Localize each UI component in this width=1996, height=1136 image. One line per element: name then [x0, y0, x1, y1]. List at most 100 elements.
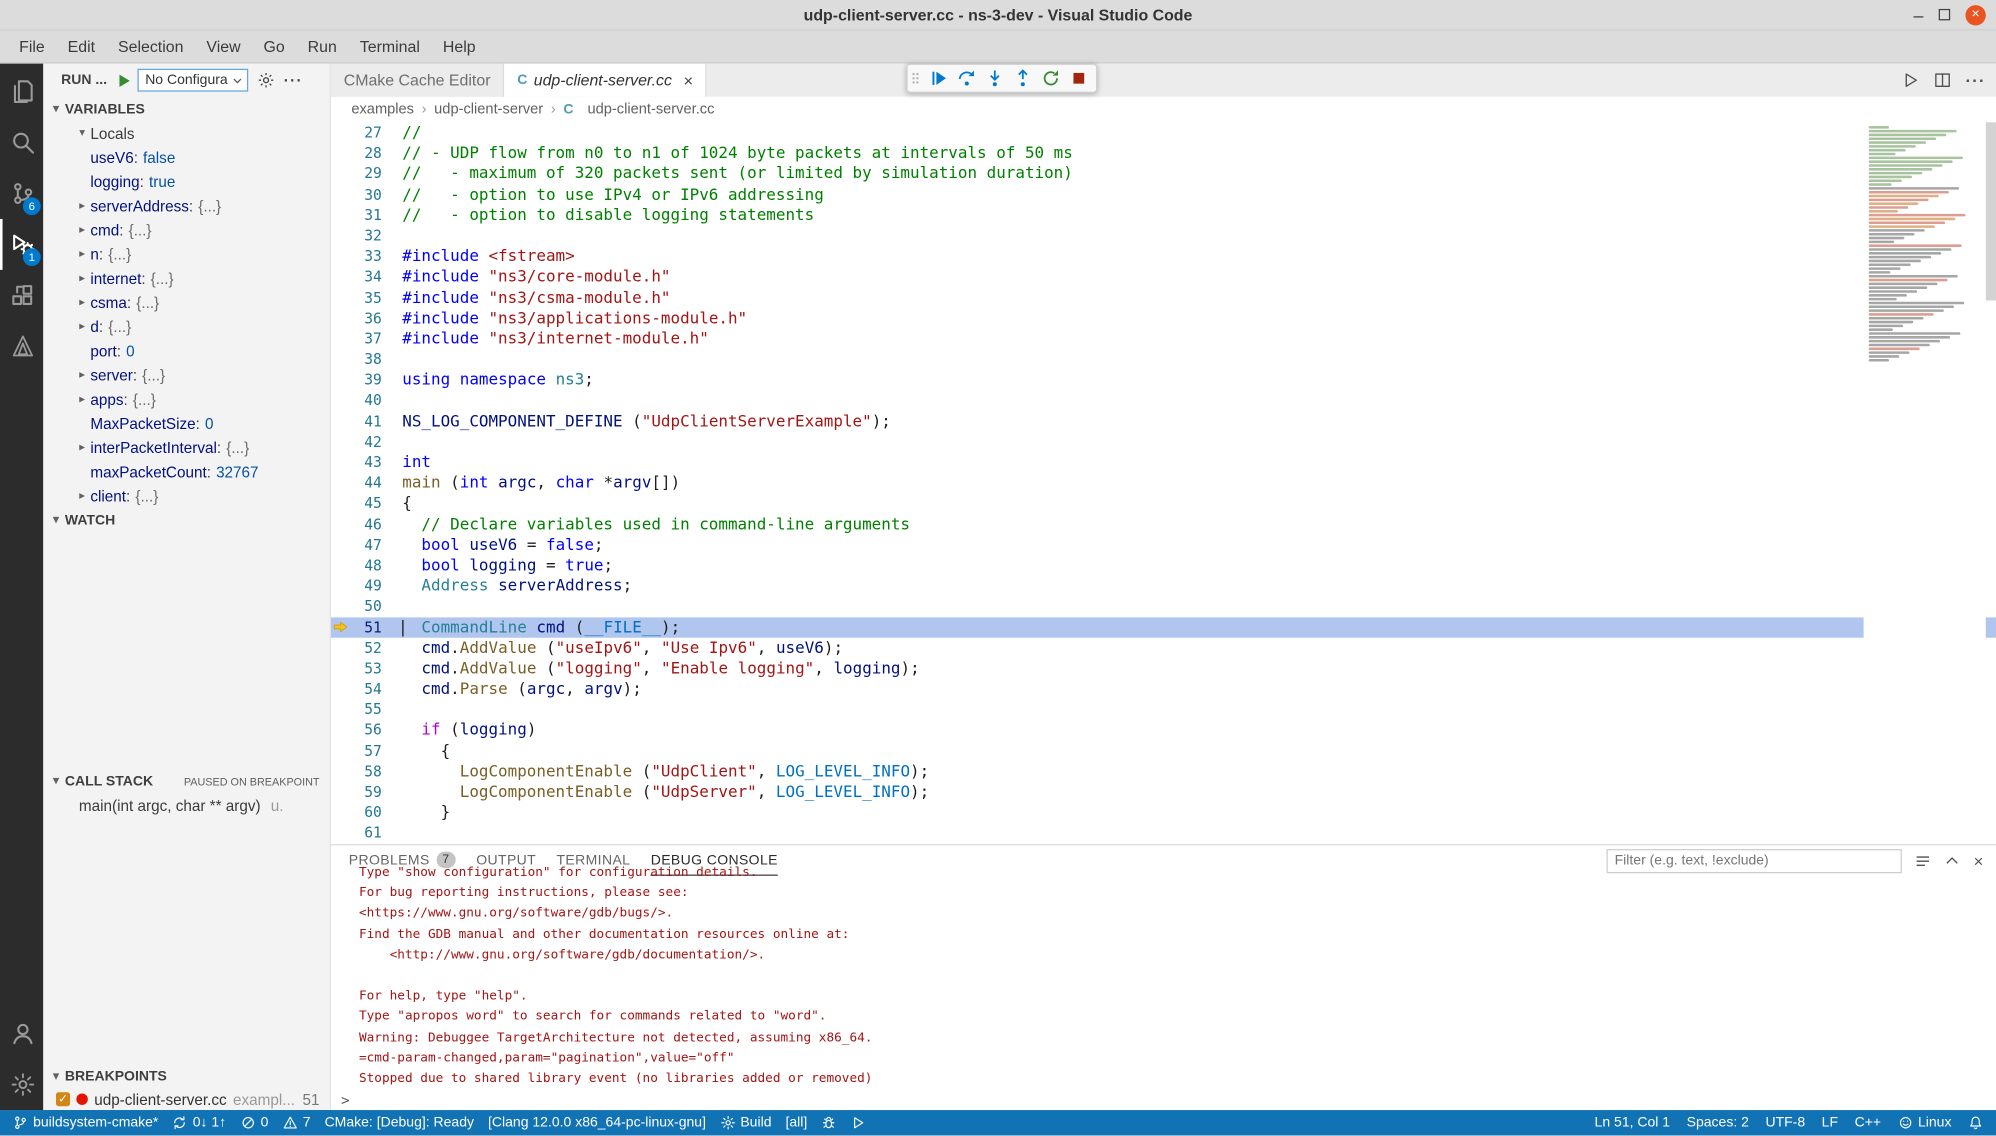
menu-terminal[interactable]: Terminal [348, 31, 431, 63]
variable-row[interactable]: ▸interPacketInterval:{...} [43, 435, 329, 459]
cmake-run-button[interactable] [851, 1115, 866, 1130]
toolbar-grip-icon[interactable] [910, 69, 920, 88]
variables-section-header[interactable]: ▾VARIABLES [43, 97, 329, 121]
variable-row[interactable]: ▸n:{...} [43, 242, 329, 266]
activity-source-control[interactable]: 6 [0, 168, 43, 219]
code-line[interactable]: 50 [331, 596, 1996, 617]
code-line[interactable]: 30// - option to use IPv4 or IPv6 addres… [331, 184, 1996, 205]
breakpoints-section-header[interactable]: ▾BREAKPOINTS [43, 1064, 329, 1088]
code-line[interactable]: 33#include <fstream> [331, 246, 1996, 267]
breakpoint-checkbox[interactable]: ✓ [56, 1092, 70, 1106]
code-line[interactable]: 27// [331, 122, 1996, 143]
variable-row[interactable]: ▸server:{...} [43, 363, 329, 387]
notifications-bell[interactable] [1968, 1115, 1983, 1130]
code-line[interactable]: 46 // Declare variables used in command-… [331, 514, 1996, 535]
restart-button[interactable] [1041, 69, 1060, 88]
close-icon[interactable]: × [683, 71, 693, 90]
code-line[interactable]: 36#include "ns3/applications-module.h" [331, 308, 1996, 329]
tab-udp-client-server-cc[interactable]: Cudp-client-server.cc× [505, 64, 708, 97]
cmake-status[interactable]: CMake: [Debug]: Ready [325, 1115, 474, 1130]
step-over-button[interactable] [957, 69, 976, 88]
start-debugging-button[interactable] [116, 72, 133, 89]
cmake-build-button[interactable]: Build [720, 1115, 772, 1130]
code-line[interactable]: 47 bool useV6 = false; [331, 534, 1996, 555]
warnings-status[interactable]: 7 [282, 1115, 310, 1130]
variable-row[interactable]: ▸internet:{...} [43, 266, 329, 290]
cmake-debug-button[interactable] [821, 1115, 836, 1130]
encoding[interactable]: UTF-8 [1765, 1115, 1805, 1130]
code-line[interactable]: 40 [331, 390, 1996, 411]
step-out-button[interactable] [1013, 69, 1032, 88]
os-status[interactable]: Linux [1898, 1115, 1952, 1130]
menu-view[interactable]: View [195, 31, 252, 63]
cmake-kit-status[interactable]: [Clang 12.0.0 x86_64-pc-linux-gnu] [488, 1115, 706, 1130]
close-button[interactable]: × [1965, 4, 1985, 24]
variable-row[interactable]: ▸cmd:{...} [43, 218, 329, 242]
breakpoint-row[interactable]: ✓udp-client-server.ccexampl...51 [43, 1088, 329, 1110]
split-editor-icon[interactable] [1934, 71, 1952, 89]
git-sync-status[interactable]: 0↓ 1↑ [172, 1115, 226, 1130]
git-branch-status[interactable]: buildsystem-cmake* [13, 1115, 159, 1130]
eol[interactable]: LF [1822, 1115, 1838, 1130]
activity-search[interactable] [0, 117, 43, 168]
menu-edit[interactable]: Edit [56, 31, 106, 63]
variable-row[interactable]: port:0 [43, 339, 329, 363]
menu-help[interactable]: Help [431, 31, 487, 63]
code-line[interactable]: 52 cmd.AddValue ("useIpv6", "Use Ipv6", … [331, 637, 1996, 658]
menu-selection[interactable]: Selection [107, 31, 195, 63]
code-line[interactable]: 32 [331, 225, 1996, 246]
variable-row[interactable]: MaxPacketSize:0 [43, 411, 329, 435]
code-line[interactable]: 37#include "ns3/internet-module.h" [331, 328, 1996, 349]
launch-settings-gear-icon[interactable] [257, 71, 275, 89]
code-line[interactable]: 56 if (logging) [331, 720, 1996, 741]
code-line[interactable]: 38 [331, 349, 1996, 370]
continue-button[interactable] [929, 69, 948, 88]
step-into-button[interactable] [985, 69, 1004, 88]
code-line[interactable]: 59 LogComponentEnable ("UdpServer", LOG_… [331, 782, 1996, 803]
variable-row[interactable]: ▸client:{...} [43, 484, 329, 508]
activity-account[interactable] [0, 1008, 43, 1059]
code-line[interactable]: 51 CommandLine cmd (__FILE__); [331, 617, 1996, 638]
code-editor[interactable]: 27//28// - UDP flow from n0 to n1 of 102… [331, 122, 1996, 844]
editor-scrollbar[interactable] [1986, 122, 1996, 844]
code-line[interactable]: 49 Address serverAddress; [331, 576, 1996, 597]
stack-frame-row[interactable]: main(int argc, char ** argv)u. [43, 793, 329, 817]
code-line[interactable]: 60 } [331, 802, 1996, 823]
variable-row[interactable]: useV6:false [43, 145, 329, 169]
tab-cmake-cache-editor[interactable]: CMake Cache Editor [331, 64, 505, 97]
code-line[interactable]: 61 [331, 823, 1996, 844]
variable-row[interactable]: ▸apps:{...} [43, 387, 329, 411]
code-line[interactable]: 28// - UDP flow from n0 to n1 of 1024 by… [331, 143, 1996, 164]
variable-row[interactable]: ▾Locals [43, 121, 329, 145]
language-mode[interactable]: C++ [1855, 1115, 1881, 1130]
code-line[interactable]: 53 cmd.AddValue ("logging", "Enable logg… [331, 658, 1996, 679]
menu-go[interactable]: Go [252, 31, 296, 63]
minimap[interactable] [1864, 122, 1986, 844]
code-line[interactable]: 31// - option to disable logging stateme… [331, 205, 1996, 226]
breadcrumb-item[interactable]: udp-client-server.cc [587, 102, 714, 117]
run-file-icon[interactable] [1902, 71, 1920, 89]
scrollbar-thumb[interactable] [1986, 122, 1996, 300]
code-line[interactable]: 41NS_LOG_COMPONENT_DEFINE ("UdpClientSer… [331, 411, 1996, 432]
code-line[interactable]: 57 { [331, 740, 1996, 761]
errors-status[interactable]: 0 [240, 1115, 268, 1130]
code-line[interactable]: 45{ [331, 493, 1996, 514]
menu-run[interactable]: Run [296, 31, 348, 63]
breadcrumb-item[interactable]: examples [351, 102, 414, 117]
code-line[interactable]: 29// - maximum of 320 packets sent (or l… [331, 163, 1996, 184]
activity-explorer[interactable] [0, 66, 43, 117]
code-line[interactable]: 35#include "ns3/csma-module.h" [331, 287, 1996, 308]
variable-row[interactable]: ▸csma:{...} [43, 290, 329, 314]
watch-section-header[interactable]: ▾WATCH [43, 508, 329, 532]
variable-row[interactable]: logging:true [43, 169, 329, 193]
indentation[interactable]: Spaces: 2 [1687, 1115, 1749, 1130]
variable-row[interactable]: maxPacketCount:32767 [43, 460, 329, 484]
code-line[interactable]: 43int [331, 452, 1996, 473]
maximize-button[interactable] [1939, 9, 1950, 20]
code-line[interactable]: 44main (int argc, char *argv[]) [331, 473, 1996, 494]
activity-extensions[interactable] [0, 270, 43, 321]
cursor-position[interactable]: Ln 51, Col 1 [1595, 1115, 1671, 1130]
code-line[interactable]: 55 [331, 699, 1996, 720]
code-line[interactable]: 58 LogComponentEnable ("UdpClient", LOG_… [331, 761, 1996, 782]
activity-settings[interactable] [0, 1059, 43, 1110]
